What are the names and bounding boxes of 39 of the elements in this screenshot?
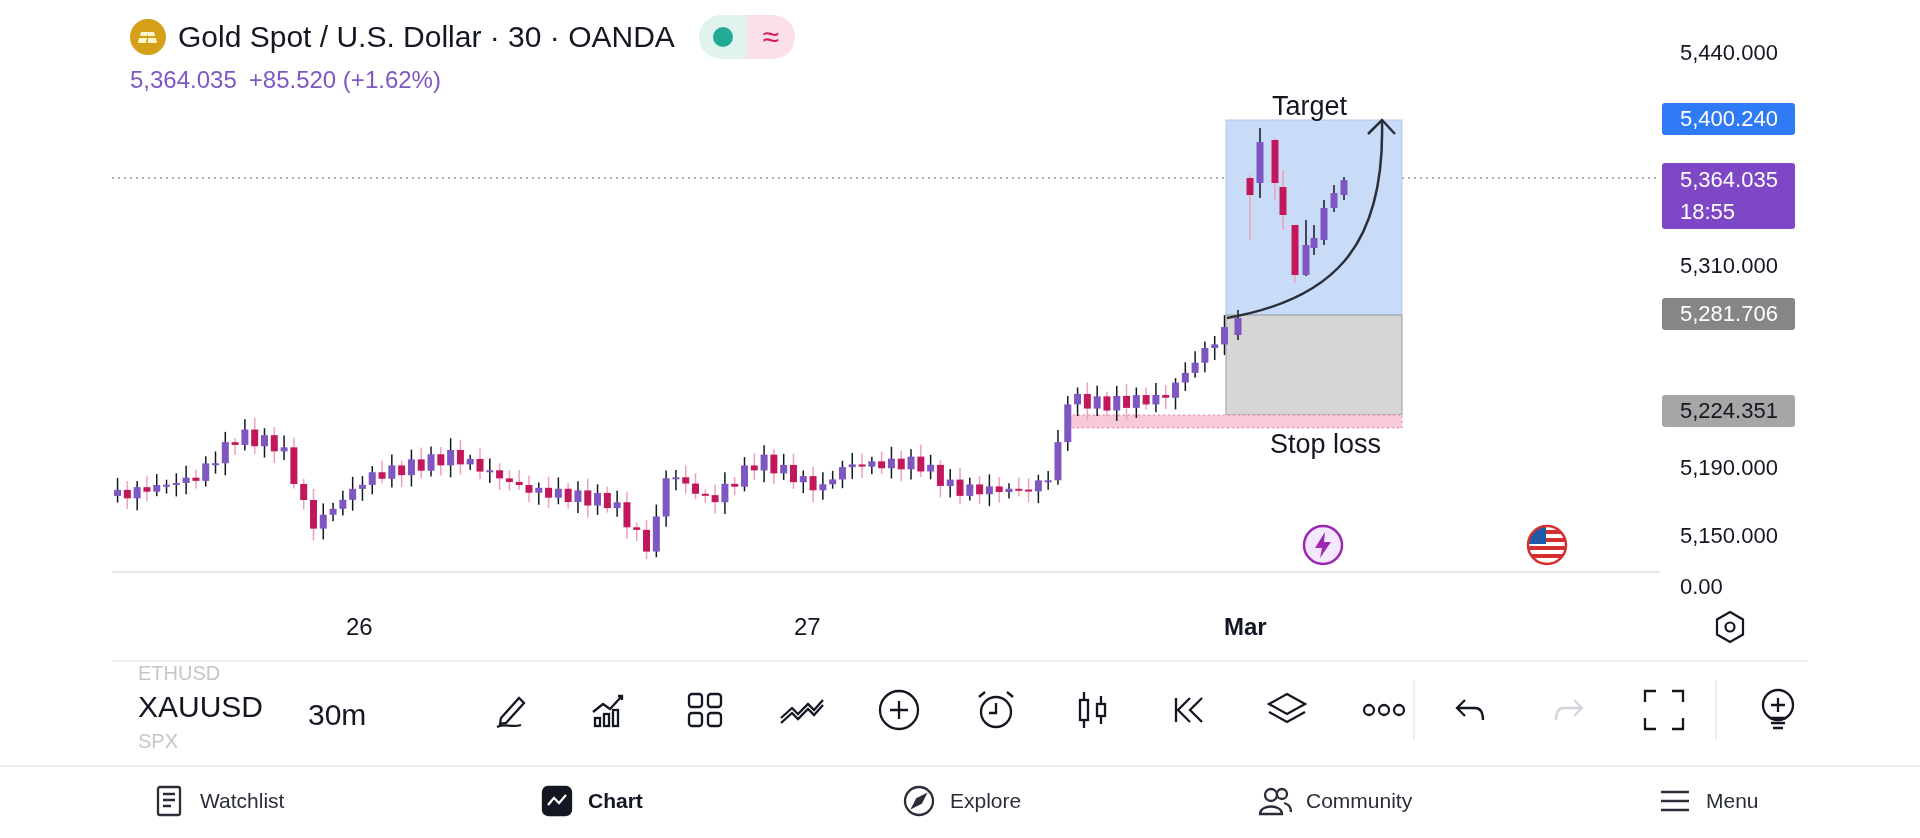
price-label: 5,440.000 (1680, 42, 1778, 64)
price-label: 5,190.000 (1680, 457, 1778, 479)
last-price: 5,364.035 (130, 65, 237, 95)
settings-icon[interactable] (1715, 610, 1745, 644)
symbol-title: Gold Spot / U.S. Dollar · 30 · OANDA (178, 19, 675, 55)
nav-tab[interactable]: Menu (1658, 778, 1759, 824)
target-label: Target (1272, 90, 1348, 123)
candle (1246, 174, 1254, 241)
flag-icon[interactable] (1526, 524, 1568, 566)
price-label: 5,310.000 (1680, 255, 1778, 277)
stop-loss-label: Stop loss (1270, 428, 1382, 461)
price-change: +85.520 (+1.62%) (248, 65, 441, 95)
candle (1291, 224, 1299, 284)
candle (1340, 176, 1348, 201)
candle (1256, 127, 1264, 199)
symbol-item[interactable]: XAUUSD (138, 690, 264, 724)
compass-icon (902, 784, 936, 818)
date-label: Mar (1224, 615, 1267, 639)
indicator-value: 0.00 (1680, 576, 1723, 598)
fullscreen-icon[interactable] (1642, 688, 1686, 732)
entry-price-tag: 5,281.706 (1662, 298, 1795, 330)
candle (1320, 199, 1328, 246)
price-label: 5,150.000 (1680, 525, 1778, 547)
lightning-icon[interactable] (1302, 524, 1344, 566)
feed-symbol: ≈ (762, 21, 780, 52)
date-label: 27 (794, 615, 821, 639)
stop-price-tag: 5,224.351 (1662, 395, 1795, 427)
last-price-tag: 5,364.035 18:55 (1662, 163, 1795, 229)
interval-button[interactable]: 30m (308, 692, 367, 737)
date-label: 26 (346, 615, 373, 639)
bullion-icon (130, 18, 166, 55)
nav-tab[interactable]: Community (1258, 778, 1413, 824)
nav-tab[interactable]: Watchlist (152, 778, 285, 824)
candle (1234, 309, 1242, 341)
candle (1330, 184, 1338, 213)
target-price-tag: 5,400.240 (1662, 103, 1795, 135)
nav-tab[interactable]: Explore (902, 778, 1022, 824)
nav-tab[interactable]: Chart (540, 778, 643, 824)
chart-icon (540, 784, 574, 818)
